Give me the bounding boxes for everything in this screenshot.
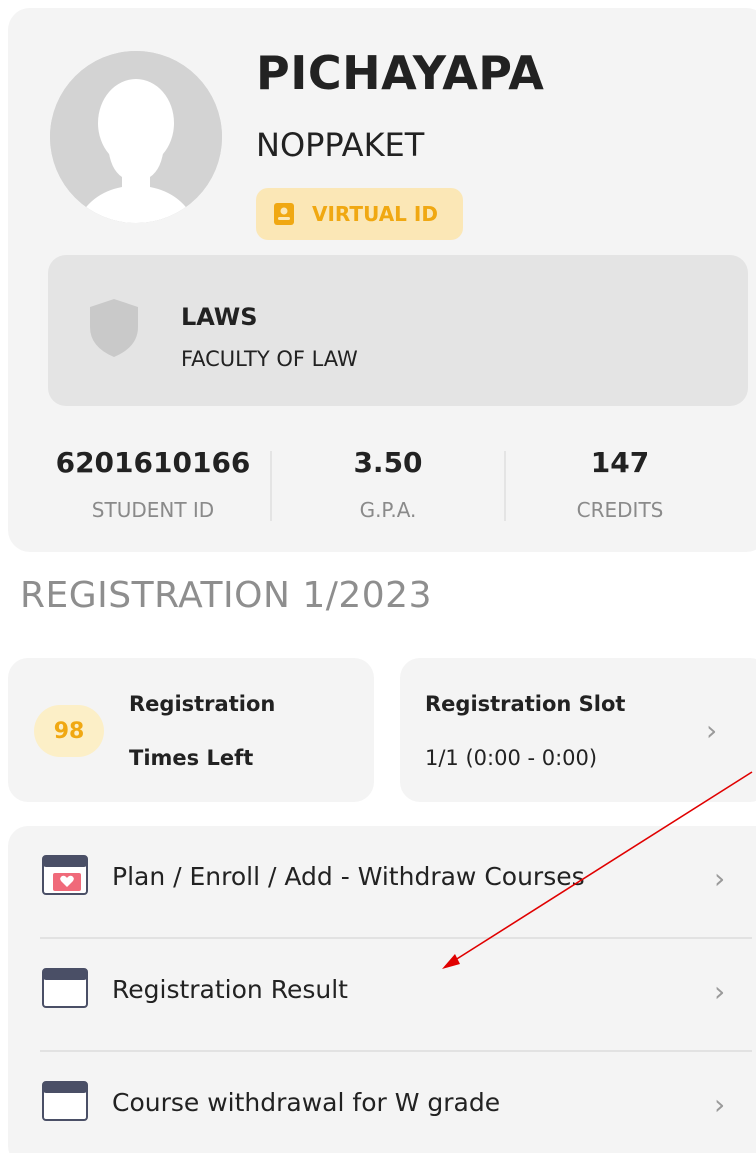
registration-slot-card[interactable]: Registration Slot 1/1 (0:00 - 0:00) ›	[400, 658, 756, 802]
profile-card: PICHAYAPA NOPPAKET VIRTUAL ID LAWS FACUL…	[8, 8, 756, 552]
menu-item-registration-result[interactable]: Registration Result ›	[8, 939, 756, 1051]
menu-item-plan-enroll[interactable]: Plan / Enroll / Add - Withdraw Courses ›	[8, 826, 756, 938]
times-left-line1: Registration	[129, 692, 276, 716]
virtual-id-label: VIRTUAL ID	[312, 202, 438, 226]
chevron-right-icon: ›	[714, 975, 726, 1008]
menu-item-label: Course withdrawal for W grade	[112, 1088, 501, 1117]
faculty-box: LAWS FACULTY OF LAW	[48, 255, 748, 406]
menu-item-course-withdrawal[interactable]: Course withdrawal for W grade ›	[8, 1052, 756, 1153]
student-first-name: PICHAYAPA	[256, 46, 545, 100]
major-name: LAWS	[181, 303, 258, 331]
virtual-id-button[interactable]: VIRTUAL ID	[256, 188, 463, 240]
calendar-heart-icon	[42, 855, 88, 895]
gpa-value: 3.50	[353, 446, 423, 479]
registration-slot-value: 1/1 (0:00 - 0:00)	[425, 746, 598, 770]
calendar-icon	[42, 1081, 88, 1121]
stat-divider	[504, 451, 506, 521]
student-last-name: NOPPAKET	[256, 126, 425, 164]
chevron-right-icon: ›	[714, 1088, 726, 1121]
times-left-card: 98 Registration Times Left	[8, 658, 374, 802]
menu-item-label: Plan / Enroll / Add - Withdraw Courses	[112, 862, 585, 891]
chevron-right-icon: ›	[706, 714, 718, 747]
chevron-right-icon: ›	[714, 862, 726, 895]
id-card-icon	[274, 203, 294, 225]
avatar	[50, 51, 222, 223]
credits-value: 147	[590, 446, 650, 479]
faculty-shield-icon	[90, 299, 138, 357]
times-left-badge: 98	[34, 705, 104, 757]
faculty-name: FACULTY OF LAW	[181, 347, 358, 371]
credits-label: CREDITS	[576, 498, 664, 522]
stat-divider	[270, 451, 272, 521]
student-id-value: 6201610166	[55, 446, 251, 479]
times-left-line2: Times Left	[129, 746, 254, 770]
menu-item-label: Registration Result	[112, 975, 348, 1004]
registration-slot-title: Registration Slot	[425, 692, 626, 716]
registration-menu: Plan / Enroll / Add - Withdraw Courses ›…	[8, 826, 756, 1153]
person-silhouette-icon	[50, 51, 222, 223]
gpa-label: G.P.A.	[359, 498, 417, 522]
student-id-label: STUDENT ID	[91, 498, 215, 522]
registration-heading: REGISTRATION 1/2023	[20, 575, 432, 616]
calendar-icon	[42, 968, 88, 1008]
